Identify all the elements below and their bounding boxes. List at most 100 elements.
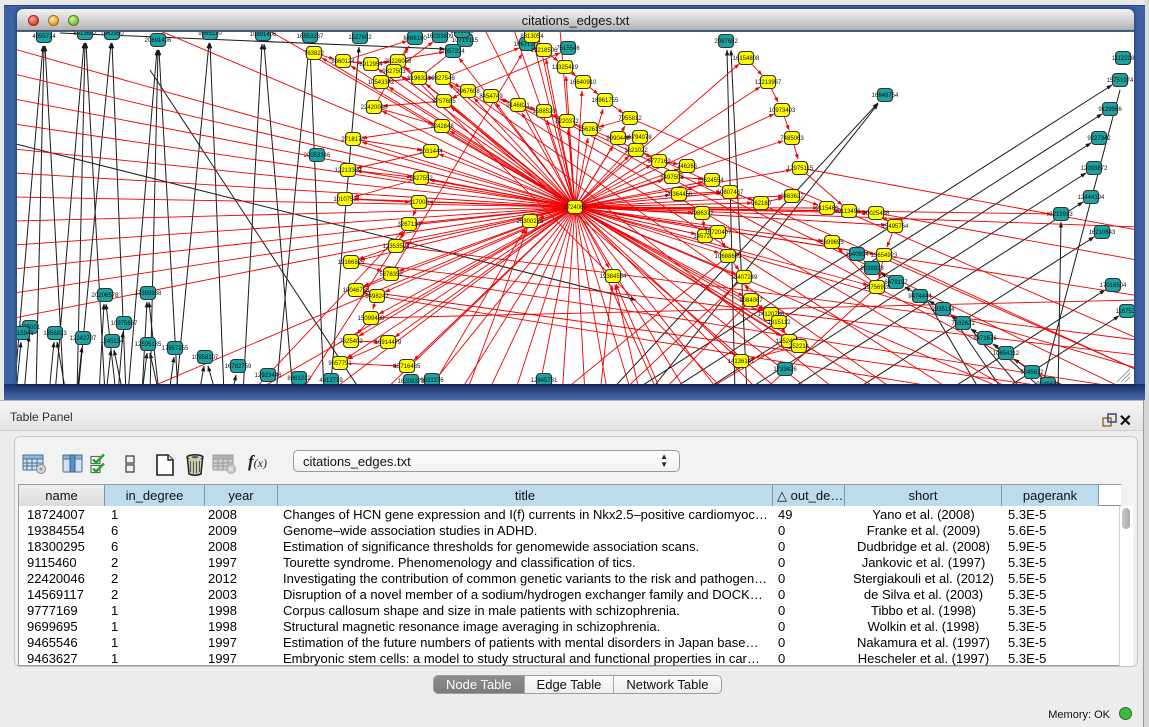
svg-text:1621022: 1621022 <box>624 148 648 154</box>
svg-text:9631276: 9631276 <box>420 378 444 384</box>
svg-text:7986372: 7986372 <box>690 211 714 217</box>
svg-text:15720407: 15720407 <box>705 230 732 236</box>
svg-text:9242848: 9242848 <box>430 124 454 130</box>
svg-text:16210643: 16210643 <box>1089 230 1116 236</box>
svg-text:9129966: 9129966 <box>1098 107 1122 113</box>
svg-text:11325419: 11325419 <box>552 65 579 71</box>
svg-text:9084067: 9084067 <box>739 298 763 304</box>
svg-text:7485063: 7485063 <box>780 136 804 142</box>
svg-text:8912954: 8912954 <box>359 62 383 68</box>
svg-text:16914479: 16914479 <box>375 340 402 346</box>
svg-text:17957255: 17957255 <box>162 346 189 352</box>
svg-text:2935114: 2935114 <box>932 307 956 313</box>
svg-text:1588520: 1588520 <box>532 109 556 115</box>
svg-text:19756928: 19756928 <box>864 285 891 291</box>
svg-text:12845731: 12845731 <box>531 378 558 384</box>
svg-text:9777169: 9777169 <box>647 159 671 165</box>
svg-text:2967608: 2967608 <box>456 89 480 95</box>
svg-text:3215933: 3215933 <box>1049 212 1073 218</box>
svg-text:1640954: 1640954 <box>845 252 869 258</box>
svg-text:20364456: 20364456 <box>666 192 693 198</box>
svg-text:8881212: 8881212 <box>287 376 311 382</box>
svg-text:8660124: 8660124 <box>331 59 355 65</box>
svg-text:10025438: 10025438 <box>863 211 890 217</box>
svg-text:9657791: 9657791 <box>328 361 352 367</box>
svg-text:16782759: 16782759 <box>225 364 252 370</box>
svg-text:8471676: 8471676 <box>973 336 997 342</box>
svg-text:8757685: 8757685 <box>432 99 456 105</box>
svg-text:8813054: 8813054 <box>520 34 544 40</box>
svg-text:9227342: 9227342 <box>1087 136 1111 142</box>
svg-text:22420046: 22420046 <box>361 105 388 111</box>
svg-text:10807487: 10807487 <box>717 190 744 196</box>
svg-text:18407249: 18407249 <box>731 275 758 281</box>
svg-text:746266: 746266 <box>677 164 698 170</box>
svg-text:15495764: 15495764 <box>882 224 909 230</box>
svg-text:1010753: 1010753 <box>333 197 357 203</box>
svg-text:17016504: 17016504 <box>1100 283 1127 289</box>
svg-text:20206578: 20206578 <box>92 293 119 299</box>
svg-text:6699695: 6699695 <box>820 240 844 246</box>
svg-text:1562615: 1562615 <box>578 127 602 133</box>
svg-text:1356823: 1356823 <box>43 331 67 337</box>
svg-text:15099489: 15099489 <box>358 316 385 322</box>
svg-text:1815112: 1815112 <box>768 320 792 326</box>
svg-text:10975867: 10975867 <box>111 321 138 327</box>
svg-text:763822: 763822 <box>304 51 325 57</box>
svg-text:10688609: 10688609 <box>715 254 742 260</box>
svg-text:9990448: 9990448 <box>606 136 630 142</box>
svg-text:19218506: 19218506 <box>531 48 558 54</box>
svg-text:25300275: 25300275 <box>517 219 544 225</box>
svg-text:14136141: 14136141 <box>728 359 755 365</box>
svg-text:12342737: 12342737 <box>70 336 97 342</box>
svg-text:16154808: 16154808 <box>733 56 760 62</box>
svg-text:1145134: 1145134 <box>101 339 125 345</box>
svg-text:1724067: 1724067 <box>563 205 587 211</box>
svg-text:117003: 117003 <box>409 200 429 206</box>
svg-text:8938928: 8938928 <box>860 266 884 272</box>
svg-text:12353594: 12353594 <box>383 244 410 250</box>
svg-text:9113496: 9113496 <box>838 209 862 215</box>
svg-text:13654923: 13654923 <box>871 253 898 259</box>
svg-text:3267110: 3267110 <box>398 222 422 228</box>
svg-text:19166825: 19166825 <box>338 260 365 266</box>
svg-text:15716485: 15716485 <box>394 364 421 370</box>
svg-text:3915941: 3915941 <box>17 331 34 337</box>
svg-text:16961755: 16961755 <box>592 98 619 104</box>
svg-text:7632621: 7632621 <box>951 321 975 327</box>
svg-text:7625402: 7625402 <box>339 339 363 345</box>
svg-text:8196328: 8196328 <box>407 76 431 82</box>
svg-text:1167534: 1167534 <box>1116 309 1134 315</box>
svg-text:4312719: 4312719 <box>319 378 343 384</box>
svg-text:16648754: 16648754 <box>872 93 899 99</box>
svg-text:9245619: 9245619 <box>1036 382 1060 384</box>
svg-text:20691406: 20691406 <box>145 38 172 44</box>
svg-text:10973493: 10973493 <box>769 108 796 114</box>
svg-text:15751074: 15751074 <box>1107 78 1134 84</box>
svg-text:7515546: 7515546 <box>556 46 580 52</box>
svg-text:9146821: 9146821 <box>506 103 530 109</box>
svg-text:9565210: 9565210 <box>198 32 222 37</box>
svg-text:3624554: 3624554 <box>700 178 724 184</box>
svg-text:1112228: 1112228 <box>1112 56 1134 62</box>
svg-text:6794078: 6794078 <box>628 135 652 141</box>
svg-text:9498242: 9498242 <box>365 294 389 300</box>
svg-text:9463627: 9463627 <box>780 194 804 200</box>
svg-text:16640910: 16640910 <box>570 80 597 86</box>
svg-text:1733426: 1733426 <box>773 367 797 373</box>
svg-text:4055724: 4055724 <box>32 34 56 40</box>
svg-text:20053346: 20053346 <box>304 153 331 159</box>
svg-text:8220372: 8220372 <box>555 119 579 125</box>
svg-text:12444194: 12444194 <box>1078 195 1105 201</box>
svg-text:10958107: 10958107 <box>192 355 219 361</box>
svg-text:12093872: 12093872 <box>1081 166 1108 172</box>
svg-text:2718170: 2718170 <box>341 137 365 143</box>
svg-text:252214: 252214 <box>789 344 810 350</box>
svg-text:16553267: 16553267 <box>297 34 324 40</box>
svg-text:1527602: 1527602 <box>348 35 372 41</box>
svg-text:962160: 962160 <box>751 201 772 207</box>
svg-text:6466160: 6466160 <box>403 36 427 42</box>
svg-text:12213389: 12213389 <box>335 168 362 174</box>
svg-text:10891406: 10891406 <box>250 32 277 38</box>
svg-text:12505135: 12505135 <box>135 342 162 348</box>
